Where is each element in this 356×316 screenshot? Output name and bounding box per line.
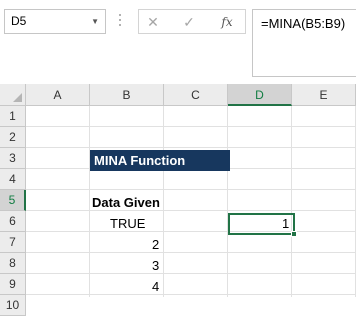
gridline xyxy=(26,210,356,211)
row-header-7[interactable]: 7 xyxy=(0,232,26,253)
gridline xyxy=(26,252,356,253)
row-header-6[interactable]: 6 xyxy=(0,211,26,232)
select-all-triangle-icon xyxy=(13,93,22,102)
gridline xyxy=(291,106,292,297)
column-header-a[interactable]: A xyxy=(26,84,90,106)
row-header-8[interactable]: 8 xyxy=(0,253,26,274)
formula-text: =MINA(B5:B9) xyxy=(261,16,346,31)
row-header-9[interactable]: 9 xyxy=(0,274,26,295)
gridline xyxy=(227,106,228,297)
chevron-down-icon[interactable]: ▼ xyxy=(91,10,99,33)
gridline xyxy=(26,147,356,148)
data-header-cell[interactable]: Data Given xyxy=(92,192,160,213)
worksheet-grid: A B C D E 1 2 3 4 5 6 7 8 9 10 MINA Func… xyxy=(0,84,356,316)
row-header-1[interactable]: 1 xyxy=(0,106,26,127)
insert-function-icon[interactable]: fx xyxy=(217,13,237,31)
gridline xyxy=(26,294,356,295)
enter-icon[interactable]: ✓ xyxy=(179,13,199,31)
cell-d5-value: 1 xyxy=(282,216,290,231)
drag-handle-icon[interactable] xyxy=(117,14,123,30)
column-header-e[interactable]: E xyxy=(292,84,356,106)
fill-handle[interactable] xyxy=(291,231,297,237)
select-all-button[interactable] xyxy=(0,84,26,106)
cell-b8[interactable]: 4 xyxy=(152,276,159,297)
gridline xyxy=(26,189,356,190)
row-header-10[interactable]: 10 xyxy=(0,295,26,316)
cell-b7[interactable]: 3 xyxy=(152,255,159,276)
name-box-value: D5 xyxy=(11,14,27,28)
cell-area[interactable]: MINA Function Data Given TRUE 2 3 4 5 1 xyxy=(26,106,356,297)
formula-bar: D5 ▼ ✕ ✓ fx =MINA(B5:B9) xyxy=(0,0,356,84)
gridline xyxy=(26,126,356,127)
formula-controls: ✕ ✓ fx xyxy=(138,9,246,34)
name-box[interactable]: D5 ▼ xyxy=(4,9,106,34)
row-header-3[interactable]: 3 xyxy=(0,148,26,169)
cell-b6[interactable]: 2 xyxy=(152,234,159,255)
column-header-d[interactable]: D xyxy=(228,84,292,106)
cancel-icon[interactable]: ✕ xyxy=(143,13,163,31)
formula-input[interactable]: =MINA(B5:B9) xyxy=(252,9,356,77)
row-header-5[interactable]: 5 xyxy=(0,190,26,211)
gridline xyxy=(163,106,164,297)
gridline xyxy=(26,273,356,274)
gridline xyxy=(26,231,356,232)
column-header-c[interactable]: C xyxy=(164,84,228,106)
cell-b5[interactable]: TRUE xyxy=(110,213,145,234)
title-cell[interactable]: MINA Function xyxy=(90,150,230,171)
row-header-4[interactable]: 4 xyxy=(0,169,26,190)
row-header-2[interactable]: 2 xyxy=(0,127,26,148)
gridline xyxy=(89,106,90,297)
column-header-b[interactable]: B xyxy=(90,84,164,106)
